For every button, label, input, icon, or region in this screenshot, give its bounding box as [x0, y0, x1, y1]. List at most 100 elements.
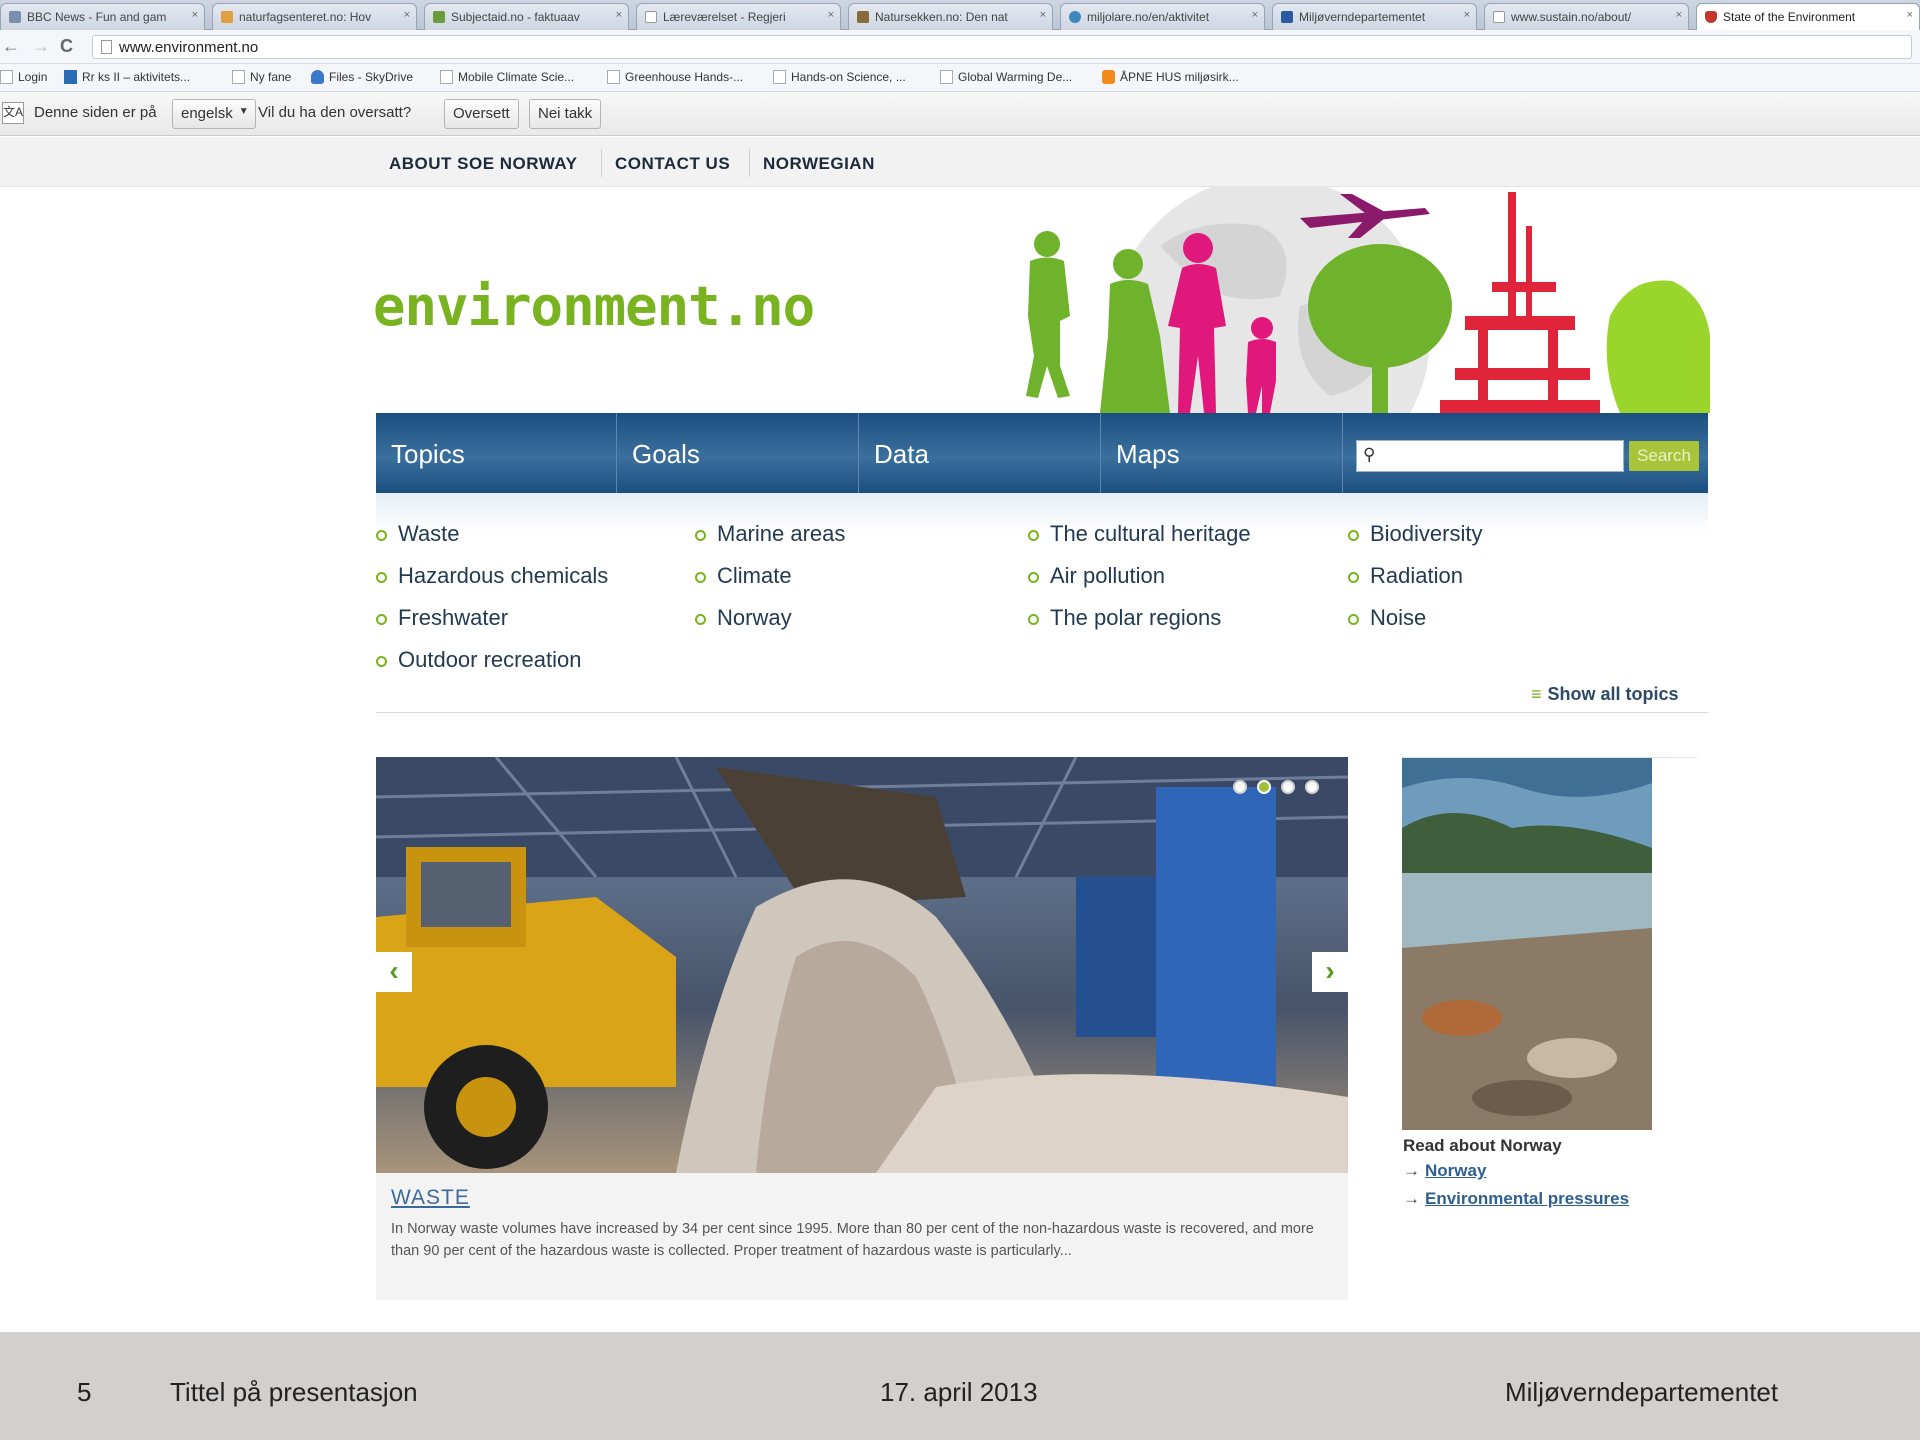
language-select[interactable]: engelsk ▼: [172, 99, 256, 129]
slide-dot[interactable]: [1305, 780, 1319, 794]
page-icon: [773, 70, 786, 84]
bookmark-item[interactable]: Global Warming De...: [940, 70, 1072, 84]
topic-link[interactable]: Noise: [1348, 605, 1426, 631]
slide-title-link[interactable]: WASTE: [391, 1186, 470, 1210]
topic-link[interactable]: Marine areas: [695, 521, 845, 547]
bullet-circle-icon: [695, 530, 706, 541]
topic-link[interactable]: Biodiversity: [1348, 521, 1482, 547]
bookmark-item[interactable]: Files - SkyDrive: [311, 70, 413, 84]
browser-tab[interactable]: Natursekken.no: Den nat ×: [848, 3, 1053, 30]
topic-link[interactable]: Air pollution: [1028, 563, 1165, 589]
topic-link[interactable]: The cultural heritage: [1028, 521, 1251, 547]
search-input[interactable]: ⚲: [1356, 440, 1624, 472]
recycling-plant-photo: [376, 757, 1348, 1173]
browser-tab[interactable]: BBC News - Fun and gam ×: [0, 3, 205, 30]
slide-dot[interactable]: [1233, 780, 1247, 794]
bbc-favicon-icon: [9, 11, 21, 23]
close-tab-icon[interactable]: ×: [1464, 9, 1470, 21]
page-favicon-icon: [221, 11, 233, 23]
rock-shape: [1422, 1000, 1502, 1036]
rock-shape: [1472, 1080, 1572, 1116]
close-tab-icon[interactable]: ×: [1040, 9, 1046, 21]
slide-number: 5: [77, 1377, 92, 1407]
close-tab-icon[interactable]: ×: [192, 9, 198, 21]
search-button[interactable]: Search: [1629, 441, 1699, 471]
tab-maps[interactable]: Maps: [1101, 413, 1343, 493]
bullet-circle-icon: [376, 614, 387, 625]
page-favicon-icon: [1281, 11, 1293, 23]
bookmark-item[interactable]: Ny fane: [232, 70, 291, 84]
side-link-norway[interactable]: → Norway: [1403, 1161, 1486, 1181]
river-photo: [1402, 758, 1652, 1130]
side-title: Read about Norway: [1403, 1136, 1562, 1155]
close-tab-icon[interactable]: ×: [616, 9, 622, 21]
browser-tab[interactable]: miljolare.no/en/aktivitet ×: [1060, 3, 1265, 30]
topic-link[interactable]: Radiation: [1348, 563, 1463, 589]
cloud-icon: [311, 70, 324, 84]
translate-button[interactable]: Oversett: [444, 99, 519, 129]
forward-arrow-icon[interactable]: →: [32, 36, 50, 57]
site-logo[interactable]: environment.no: [373, 275, 815, 338]
bookmark-item[interactable]: ÅPNE HUS miljøsirk...: [1102, 70, 1239, 84]
featured-slider-image[interactable]: [376, 757, 1348, 1173]
search-icon: ⚲: [1363, 445, 1376, 464]
arrow-right-icon: →: [1403, 1161, 1420, 1180]
presentation-title: Tittel på presentasjon: [170, 1377, 418, 1407]
bookmark-item[interactable]: Mobile Climate Scie...: [440, 70, 574, 84]
bullet-circle-icon: [695, 572, 706, 583]
slider-prev-arrow-icon[interactable]: ‹: [376, 952, 412, 992]
bookmark-item[interactable]: Greenhouse Hands-...: [607, 70, 743, 84]
bullet-circle-icon: [1348, 572, 1359, 583]
page-icon: [440, 70, 453, 84]
tab-goals[interactable]: Goals: [617, 413, 859, 493]
browser-tab[interactable]: Miljøverndepartementet ×: [1272, 3, 1477, 30]
bookmarks-bar: Login Rr ks II – aktivitets... Ny fane F…: [0, 64, 1920, 92]
browser-tab[interactable]: naturfagsenteret.no: Hov ×: [212, 3, 417, 30]
norway-river-image[interactable]: [1402, 758, 1652, 1130]
topic-link[interactable]: Freshwater: [376, 605, 508, 631]
browser-tab[interactable]: Subjectaid.no - faktuaav ×: [424, 3, 629, 30]
close-tab-icon[interactable]: ×: [1252, 9, 1258, 21]
tab-topics[interactable]: Topics: [376, 413, 617, 493]
close-tab-icon[interactable]: ×: [404, 9, 410, 21]
about-link[interactable]: ABOUT SOE NORWAY: [389, 154, 577, 174]
close-tab-icon[interactable]: ×: [828, 9, 834, 21]
slide-dot[interactable]: [1281, 780, 1295, 794]
face-silhouette-icon: [1606, 280, 1710, 413]
divider: [601, 149, 602, 177]
decline-translate-button[interactable]: Nei takk: [529, 99, 602, 129]
page-icon: [607, 70, 620, 84]
divider: [749, 149, 750, 177]
address-input[interactable]: www.environment.no: [92, 35, 1912, 59]
topic-link[interactable]: Norway: [695, 605, 792, 631]
address-bar-row: ← → C www.environment.no: [0, 30, 1920, 64]
norwegian-link[interactable]: NORWEGIAN: [763, 154, 875, 174]
browser-tab[interactable]: www.sustain.no/about/×: [1484, 3, 1689, 30]
bookmark-item[interactable]: Hands-on Science, ...: [773, 70, 906, 84]
blue-machine: [1156, 787, 1276, 1087]
topic-link[interactable]: The polar regions: [1028, 605, 1221, 631]
tab-data[interactable]: Data: [859, 413, 1101, 493]
topic-link[interactable]: Hazardous chemicals: [376, 563, 608, 589]
translate-bar: 文A Denne siden er på engelsk ▼ Vil du ha …: [0, 92, 1920, 136]
browser-tab[interactable]: Læreværelset - Regjeri ×: [636, 3, 841, 30]
side-link-pressures[interactable]: → Environmental pressures: [1403, 1189, 1629, 1209]
topic-link[interactable]: Outdoor recreation: [376, 647, 581, 673]
bullet-circle-icon: [376, 572, 387, 583]
bookmark-item[interactable]: Rr ks II – aktivitets...: [64, 70, 190, 84]
page-icon: [232, 70, 245, 84]
show-all-topics-link[interactable]: ≡ Show all topics: [1531, 684, 1679, 705]
close-tab-icon[interactable]: ×: [1907, 9, 1913, 21]
slide-dot-active[interactable]: [1257, 780, 1271, 794]
bookmark-item[interactable]: Login: [0, 70, 47, 84]
browser-tab-active[interactable]: State of the Environment ×: [1696, 3, 1920, 30]
topic-link[interactable]: Climate: [695, 563, 792, 589]
topic-link[interactable]: Waste: [376, 521, 460, 547]
slider-next-arrow-icon[interactable]: ›: [1312, 952, 1348, 992]
bullet-circle-icon: [1348, 614, 1359, 625]
back-arrow-icon[interactable]: ←: [2, 36, 20, 57]
close-tab-icon[interactable]: ×: [1676, 9, 1682, 21]
page-favicon-icon: [857, 11, 869, 23]
contact-link[interactable]: CONTACT US: [615, 154, 730, 174]
reload-icon[interactable]: C: [60, 36, 73, 57]
